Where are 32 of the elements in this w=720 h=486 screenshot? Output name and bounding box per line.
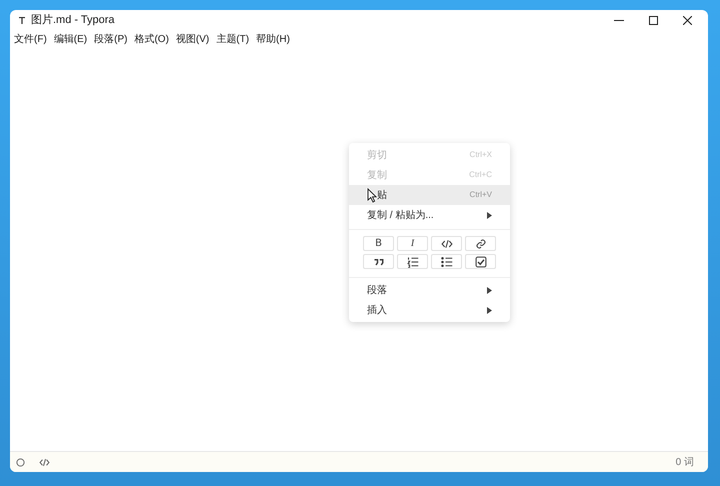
app-logo-icon	[19, 16, 25, 24]
word-count: 0 词	[676, 456, 694, 470]
numbered-list-button[interactable]	[397, 254, 428, 269]
menu-item[interactable]: 格式(O)	[134, 32, 169, 46]
bullet-list-icon	[440, 256, 452, 268]
menu-item[interactable]: 帮助(H)	[256, 32, 290, 46]
checkbox-icon	[474, 256, 486, 268]
code-button[interactable]	[431, 236, 462, 251]
code-icon	[39, 456, 50, 468]
code-icon	[440, 238, 452, 250]
menu-option[interactable]: 复制 / 粘贴为...	[349, 205, 510, 225]
menu-item[interactable]: 编辑(E)	[54, 32, 88, 46]
menu-item[interactable]: 视图(V)	[176, 32, 210, 46]
maximize-icon	[648, 16, 658, 24]
menu-option[interactable]: 插入	[349, 300, 510, 320]
menu-item[interactable]: 段落(P)	[94, 32, 128, 46]
menu-item[interactable]: 主题(T)	[216, 32, 250, 46]
link-button[interactable]	[465, 236, 496, 251]
bullet-list-button[interactable]	[431, 254, 462, 269]
bold-button[interactable]: B	[363, 236, 394, 251]
window-title: 图片.md - Typora	[31, 12, 115, 28]
menu-option[interactable]: 贴 Ctrl+V	[349, 185, 510, 205]
menu-item[interactable]: 文件(F)	[14, 32, 47, 46]
link-icon	[474, 238, 486, 250]
italic-button[interactable]: I	[397, 236, 428, 251]
menu-option[interactable]: 段落	[349, 280, 510, 300]
circle-icon[interactable]	[16, 458, 25, 466]
numbered-list-icon	[406, 256, 418, 268]
task-list-button[interactable]	[465, 254, 496, 269]
close-icon	[682, 16, 692, 24]
quote-button[interactable]	[363, 254, 394, 269]
mouse-cursor-icon	[367, 188, 377, 202]
